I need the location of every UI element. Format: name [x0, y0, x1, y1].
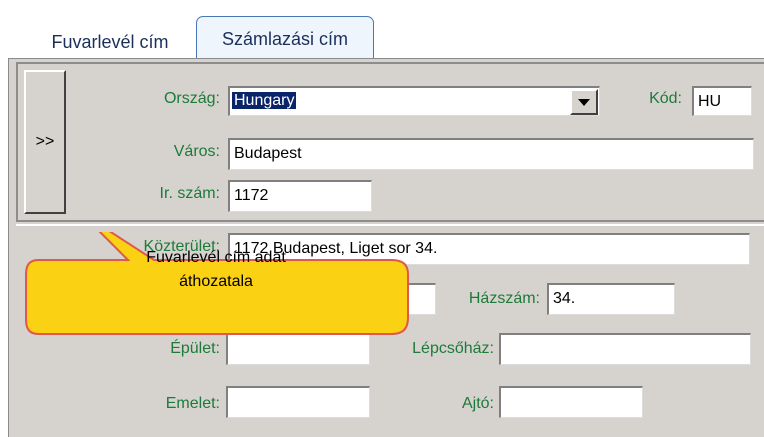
building-label: Épület: — [170, 340, 220, 357]
zip-label: Ir. szám: — [159, 185, 220, 202]
floor-label: Emelet: — [165, 395, 220, 412]
tooltip-text: Fuvarlevél cím adat áthozatala — [146, 249, 286, 290]
tab-shipping-address[interactable]: Fuvarlevél cím — [24, 24, 196, 60]
code-label: Kód: — [649, 90, 682, 107]
house-number-label: Házszám: — [468, 290, 540, 307]
country-label: Ország: — [163, 90, 220, 107]
house-number-input[interactable]: 34. — [547, 283, 675, 315]
city-label: Város: — [173, 143, 220, 160]
country-dropdown-button[interactable] — [570, 89, 598, 115]
floor-input[interactable] — [226, 386, 370, 418]
tab-billing-address[interactable]: Számlazási cím — [196, 16, 374, 62]
chevron-down-icon — [578, 98, 590, 106]
city-input[interactable]: Budapest — [228, 138, 754, 170]
copy-address-button[interactable]: >> — [24, 70, 66, 214]
door-input[interactable] — [499, 386, 643, 418]
country-select[interactable]: Hungary — [228, 86, 600, 116]
staircase-label: Lépcsőház: — [412, 340, 494, 357]
country-value: Hungary — [232, 92, 297, 109]
group-divider — [16, 224, 764, 226]
code-input[interactable]: HU — [692, 86, 752, 116]
staircase-input[interactable] — [499, 333, 751, 365]
door-label: Ajtó: — [461, 395, 494, 412]
zip-input[interactable]: 1172 — [228, 180, 372, 212]
